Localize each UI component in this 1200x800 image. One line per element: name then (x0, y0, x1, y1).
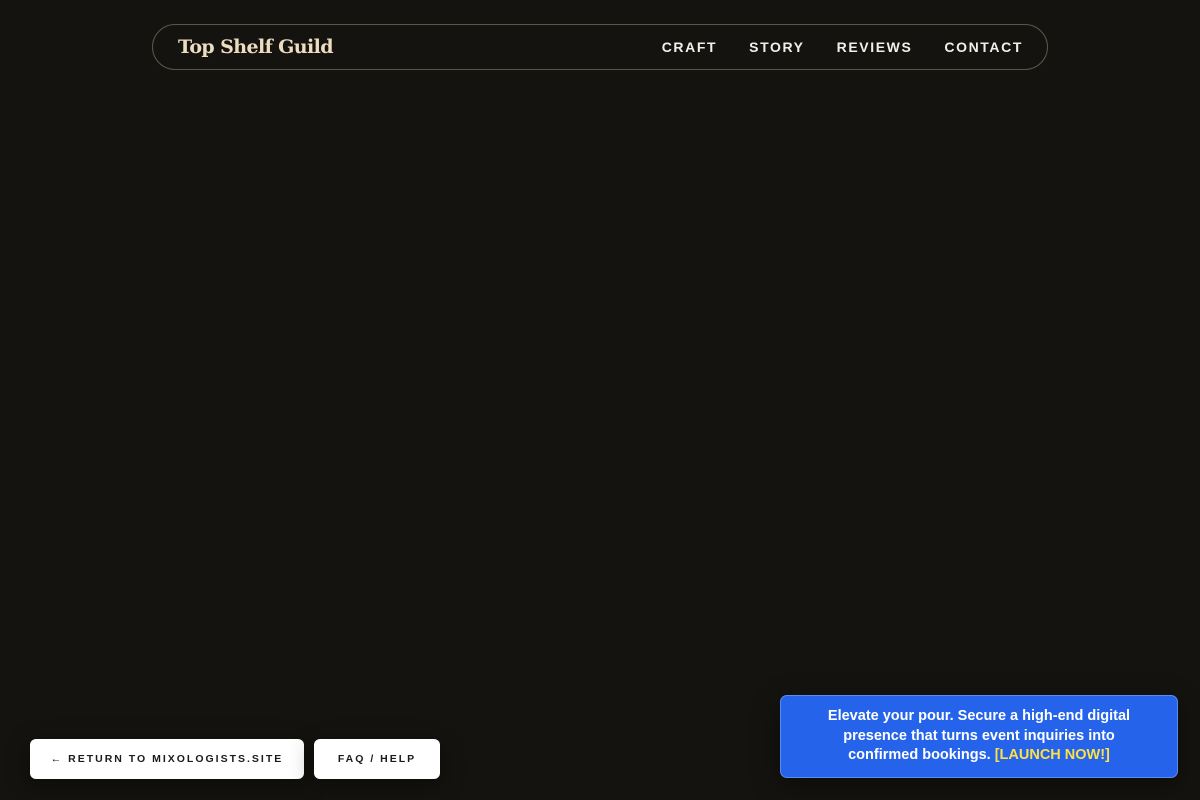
nav-link-story[interactable]: STORY (749, 39, 804, 55)
faq-help-button[interactable]: FAQ / HELP (314, 739, 440, 779)
nav-link-craft[interactable]: CRAFT (662, 39, 717, 55)
return-to-site-button[interactable]: ← RETURN TO MIXOLOGISTS.SITE (30, 739, 304, 779)
top-navbar: Top Shelf Guild CRAFT STORY REVIEWS CONT… (152, 24, 1048, 70)
page: Top Shelf Guild CRAFT STORY REVIEWS CONT… (0, 0, 1200, 800)
nav-link-contact[interactable]: CONTACT (944, 39, 1023, 55)
promo-launch-link[interactable]: [LAUNCH NOW!] (995, 747, 1110, 763)
promo-banner[interactable]: Elevate your pour. Secure a high-end dig… (780, 695, 1178, 778)
promo-content: Elevate your pour. Secure a high-end dig… (809, 707, 1149, 766)
nav-links: CRAFT STORY REVIEWS CONTACT (662, 39, 1023, 55)
brand-logo[interactable]: Top Shelf Guild (178, 36, 334, 58)
nav-link-reviews[interactable]: REVIEWS (837, 39, 913, 55)
